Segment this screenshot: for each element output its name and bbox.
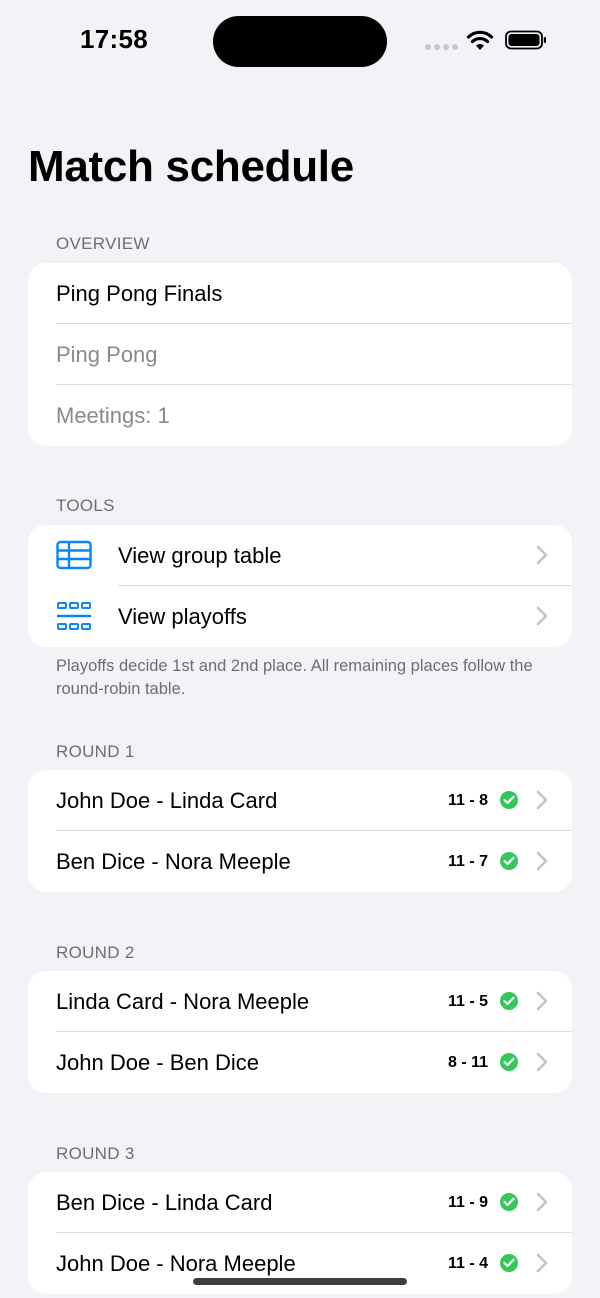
- view-group-table-label: View group table: [118, 542, 282, 568]
- home-indicator[interactable]: [193, 1278, 407, 1285]
- completed-check-icon: [500, 791, 518, 809]
- view-playoffs-label: View playoffs: [118, 603, 247, 629]
- overview-card: Ping Pong Finals Ping Pong Meetings: 1: [28, 263, 572, 446]
- match-score: 8 - 11: [447, 1053, 488, 1071]
- completed-check-icon: [500, 852, 518, 870]
- status-bar: 17:58: [0, 0, 600, 80]
- chevron-right-icon: [536, 1052, 548, 1072]
- match-label: Linda Card - Nora Meeple: [56, 988, 310, 1014]
- match-row[interactable]: John Doe - Linda Card 11 - 8: [28, 770, 572, 831]
- tools-card: View group table View playoffs: [28, 525, 572, 647]
- chevron-right-icon: [536, 851, 548, 871]
- match-row[interactable]: Linda Card - Nora Meeple 11 - 5: [28, 971, 572, 1032]
- playoffs-footnote: Playoffs decide 1st and 2nd place. All r…: [56, 657, 533, 698]
- chevron-right-icon: [536, 991, 548, 1011]
- match-score: 11 - 5: [447, 992, 488, 1010]
- completed-check-icon: [500, 1254, 518, 1272]
- tools-header: TOOLS: [56, 496, 115, 515]
- round-1-card: John Doe - Linda Card 11 - 8 Ben Dice - …: [28, 770, 572, 892]
- match-score: 11 - 7: [447, 852, 488, 870]
- dynamic-island: [213, 16, 387, 67]
- wifi-icon: [466, 30, 494, 50]
- chevron-right-icon: [536, 1253, 548, 1273]
- overview-header: OVERVIEW: [56, 234, 150, 253]
- page-title: Match schedule: [28, 142, 354, 191]
- match-row[interactable]: Ben Dice - Linda Card 11 - 9: [28, 1172, 572, 1233]
- match-label: John Doe - Nora Meeple: [56, 1250, 296, 1276]
- overview-meetings: Meetings: 1: [28, 385, 572, 446]
- match-score: 11 - 4: [447, 1254, 488, 1272]
- completed-check-icon: [500, 992, 518, 1010]
- chevron-right-icon: [536, 606, 548, 626]
- bracket-grid-icon: [57, 602, 91, 630]
- round-1-header: ROUND 1: [56, 742, 135, 761]
- battery-icon: [505, 30, 546, 50]
- completed-check-icon: [500, 1053, 518, 1071]
- sport-label: Ping Pong: [56, 341, 158, 367]
- status-time: 17:58: [80, 24, 148, 54]
- cellular-signal-icon: [425, 44, 458, 50]
- chevron-right-icon: [536, 1192, 548, 1212]
- chevron-right-icon: [536, 545, 548, 565]
- match-label: John Doe - Ben Dice: [56, 1049, 259, 1075]
- match-score: 11 - 8: [447, 791, 488, 809]
- match-label: John Doe - Linda Card: [56, 787, 278, 813]
- match-label: Ben Dice - Nora Meeple: [56, 848, 291, 874]
- overview-sport: Ping Pong: [28, 324, 572, 385]
- overview-tournament-name: Ping Pong Finals: [28, 263, 572, 324]
- chevron-right-icon: [536, 790, 548, 810]
- tournament-name-label: Ping Pong Finals: [56, 280, 223, 306]
- match-label: Ben Dice - Linda Card: [56, 1189, 273, 1215]
- view-group-table-button[interactable]: View group table: [28, 525, 572, 586]
- view-playoffs-button[interactable]: View playoffs: [28, 586, 572, 647]
- round-2-header: ROUND 2: [56, 943, 135, 962]
- round-2-card: Linda Card - Nora Meeple 11 - 5 John Doe…: [28, 971, 572, 1093]
- match-row[interactable]: Ben Dice - Nora Meeple 11 - 7: [28, 831, 572, 892]
- match-score: 11 - 9: [447, 1193, 488, 1211]
- round-3-header: ROUND 3: [56, 1144, 135, 1163]
- match-row[interactable]: John Doe - Ben Dice 8 - 11: [28, 1032, 572, 1093]
- round-3-card: Ben Dice - Linda Card 11 - 9 John Doe - …: [28, 1172, 572, 1294]
- completed-check-icon: [500, 1193, 518, 1211]
- meetings-label: Meetings: 1: [56, 402, 170, 428]
- table-icon: [56, 540, 92, 570]
